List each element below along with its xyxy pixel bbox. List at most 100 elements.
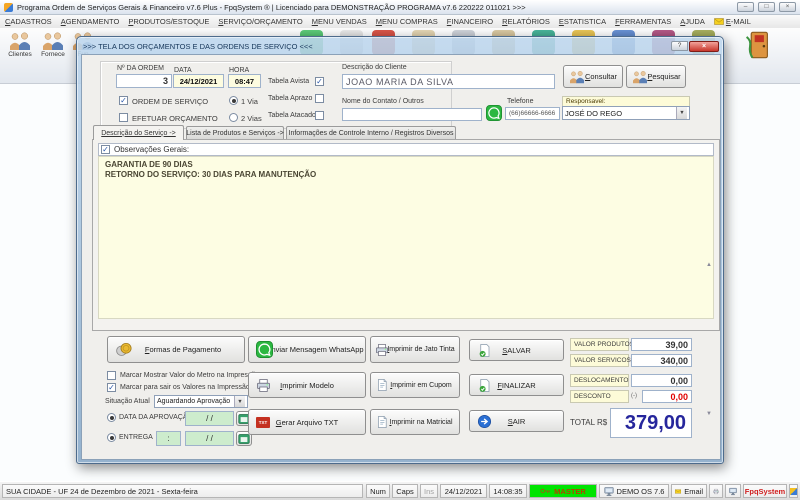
- consultar-button[interactable]: Consultar: [563, 65, 623, 88]
- dialog-help-button[interactable]: ?: [671, 41, 688, 51]
- tab-controle-interno[interactable]: Informações de Controle Interno / Regist…: [286, 126, 456, 139]
- pesquisar-label: Pesquisar: [647, 72, 680, 81]
- phone-field[interactable]: (66)66666-6666: [505, 107, 560, 120]
- via1-radio[interactable]: [229, 96, 238, 105]
- consultar-people-icon: [568, 70, 586, 84]
- valor-produtos-field[interactable]: 39,00: [631, 338, 692, 351]
- key-icon: [540, 487, 551, 495]
- dialog-title: >>> TELA DOS ORÇAMENTOS E DAS ORDENS DE …: [83, 42, 671, 51]
- data-aprovacao-field[interactable]: / /: [185, 411, 234, 426]
- minimize-button[interactable]: –: [737, 2, 754, 12]
- pesquisar-button[interactable]: Pesquisar: [626, 65, 686, 88]
- dialog-titlebar[interactable]: >>> TELA DOS ORÇAMENTOS E DAS ORDENS DE …: [81, 39, 721, 53]
- gerar-txt-button[interactable]: TXT Gerar Arquivo TXT: [248, 409, 366, 435]
- status-printer-button[interactable]: [709, 484, 723, 498]
- contact-field[interactable]: [342, 108, 482, 121]
- dialog-close-button[interactable]: ×: [689, 41, 719, 52]
- tabela-aprazo-checkbox[interactable]: [315, 94, 324, 103]
- scroll-up-icon[interactable]: ▲: [706, 260, 712, 270]
- salvar-button[interactable]: SALVAR: [469, 339, 564, 361]
- jato-tinta-button[interactable]: Imprimir de Jato Tinta: [370, 336, 460, 363]
- sair-button[interactable]: SAIR: [469, 410, 564, 432]
- client-name-field[interactable]: JOAO MARIA DA SILVA: [342, 74, 555, 89]
- data-aprovacao-radio[interactable]: [107, 413, 116, 422]
- desconto-field[interactable]: 0,00: [642, 390, 692, 403]
- maximize-button[interactable]: □: [758, 2, 775, 12]
- toolbar-fornecedores-button[interactable]: Fornece: [36, 31, 70, 58]
- imprimir-modelo-label: Imprimir Modelo: [280, 381, 334, 390]
- responsavel-label: Responsavel:: [562, 96, 690, 106]
- status-email-button[interactable]: Email: [671, 484, 707, 498]
- observacoes-checkbox[interactable]: [101, 145, 110, 154]
- menu-vendas[interactable]: MENU VENDAS: [312, 17, 367, 26]
- menu-estatistica[interactable]: ESTATISTICA: [559, 17, 606, 26]
- situacao-chevron-down-icon: ▼: [234, 396, 245, 407]
- matricial-button[interactable]: Imprimir na Matricial: [370, 409, 460, 435]
- finalizar-button[interactable]: FINALIZAR: [469, 374, 564, 396]
- situacao-dropdown[interactable]: Aguardando Aprovação ▼: [154, 395, 248, 408]
- tab-controle-label: Informações de Controle Interno / Regist…: [289, 130, 454, 137]
- tabela-aprazo-label: Tabela Aprazo: [268, 95, 312, 102]
- menu-ferramentas[interactable]: FERRAMENTAS: [615, 17, 671, 26]
- menu-relatorios[interactable]: RELATÓRIOS: [502, 17, 550, 26]
- entrega-time-field[interactable]: :: [156, 431, 181, 446]
- cupom-page-icon: [375, 378, 389, 392]
- menu-agendamento[interactable]: AGENDAMENTO: [61, 17, 120, 26]
- menu-servico-orcamento[interactable]: SERVIÇO/ORÇAMENTO: [218, 17, 302, 26]
- date-field[interactable]: 24/12/2021: [173, 74, 224, 88]
- status-num: Num: [366, 484, 390, 498]
- menu-cadastros[interactable]: CADASTROS: [5, 17, 52, 26]
- date-label: DATA: [174, 67, 192, 74]
- menu-email[interactable]: E-MAIL: [714, 17, 751, 26]
- responsavel-dropdown[interactable]: JOSÉ DO REGO ▼: [562, 106, 690, 120]
- ordem-servico-checkbox[interactable]: [119, 96, 128, 105]
- entrega-date-field[interactable]: / /: [185, 431, 234, 446]
- via2-radio[interactable]: [229, 113, 238, 122]
- formas-pagamento-label: Formas de Pagamento: [145, 345, 221, 354]
- tabela-avista-checkbox[interactable]: [315, 77, 324, 86]
- cupom-button[interactable]: Imprimir em Cupom: [370, 372, 460, 398]
- toolbar-clientes-button[interactable]: Clientes: [3, 31, 37, 58]
- sair-valores-checkbox[interactable]: [107, 383, 116, 392]
- efetuar-orcamento-checkbox[interactable]: [119, 113, 128, 122]
- jato-tinta-printer-icon: [375, 343, 389, 357]
- valor-servicos-field[interactable]: 340,00: [631, 354, 692, 367]
- whatsapp-message-button[interactable]: Enviar Mensagem WhatsApp: [248, 336, 366, 363]
- time-field[interactable]: 08:47: [228, 74, 261, 88]
- status-email-icon: [675, 488, 681, 495]
- entrega-radio[interactable]: [107, 433, 116, 442]
- menu-ajuda[interactable]: AJUDA: [680, 17, 705, 26]
- contact-label: Nome do Contato / Outros: [342, 98, 424, 105]
- imprimir-modelo-button[interactable]: Imprimir Modelo: [248, 372, 366, 398]
- mostrar-metro-checkbox[interactable]: [107, 371, 116, 380]
- tabela-atacado-checkbox[interactable]: [315, 111, 324, 120]
- tab-lista-produtos[interactable]: Lista de Produtos e Serviços ->: [186, 126, 284, 139]
- pesquisar-people-icon: [631, 70, 649, 84]
- order-number-field[interactable]: 3: [116, 74, 172, 88]
- responsavel-value: JOSÉ DO REGO: [565, 109, 622, 118]
- txt-file-icon: TXT: [256, 417, 270, 428]
- toolbar-exit-button[interactable]: [742, 30, 772, 60]
- window-close-button[interactable]: ×: [779, 2, 796, 12]
- deslocamento-field[interactable]: 0,00: [631, 374, 692, 387]
- status-app-icon: [790, 488, 797, 495]
- desktop: Programa Ordem de Serviços Gerais & Fina…: [0, 0, 800, 500]
- toolbar-clientes-label: Clientes: [8, 51, 31, 58]
- dialog-content: Nº DA ORDEM 3 DATA 24/12/2021 HORA 08:47…: [81, 54, 721, 460]
- status-bar: SUA CIDADE - UF 24 de Dezembro de 2021 -…: [0, 481, 800, 500]
- status-user-badge: MASTER: [529, 484, 597, 498]
- whatsapp-call-button[interactable]: [486, 105, 502, 121]
- total-value-field: 379,00: [610, 408, 692, 438]
- deslocamento-label: DESLOCAMENTO: [570, 374, 629, 387]
- formas-pagamento-button[interactable]: Formas de Pagamento: [107, 336, 245, 363]
- observacoes-textarea[interactable]: GARANTIA DE 90 DIAS RETORNO DO SERVIÇO: …: [98, 156, 714, 319]
- menu-produtos-estoque[interactable]: PRODUTOS/ESTOQUE: [128, 17, 209, 26]
- tab-descricao-servico[interactable]: Descrição do Serviço ->: [93, 125, 184, 140]
- status-monitor-button[interactable]: [725, 484, 741, 498]
- total-label: TOTAL R$: [570, 418, 607, 427]
- menu-financeiro[interactable]: FINANCEIRO: [447, 17, 493, 26]
- observacoes-bar: Observações Gerais:: [98, 143, 714, 156]
- sair-label: SAIR: [508, 417, 526, 426]
- menu-compras[interactable]: MENU COMPRAS: [376, 17, 438, 26]
- scroll-down-icon[interactable]: ▼: [706, 409, 712, 419]
